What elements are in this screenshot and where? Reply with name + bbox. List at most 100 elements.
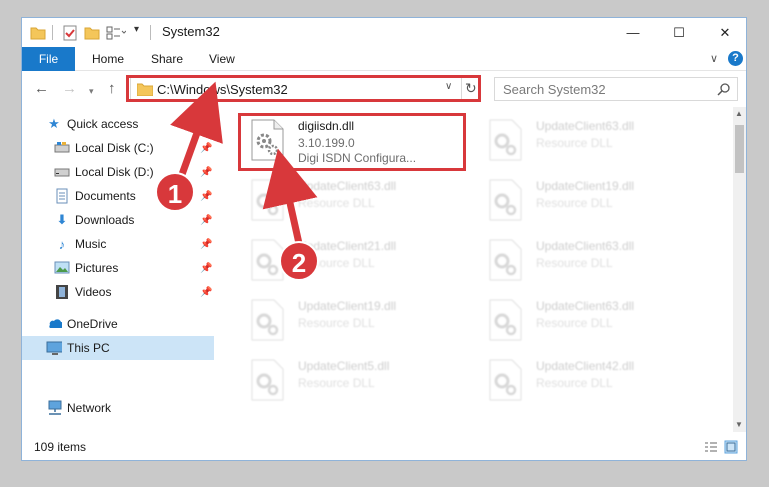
pin-icon: 📌 [200, 238, 213, 250]
network-icon [48, 400, 62, 415]
file-item[interactable]: UpdateClient63.dll Resource DLL [480, 293, 704, 349]
file-item[interactable]: UpdateClient5.dll Resource DLL [242, 353, 466, 409]
file-name: UpdateClient19.dll [536, 179, 635, 193]
nav-item-quick-access[interactable]: ★ Quick access [22, 112, 214, 136]
file-item[interactable]: UpdateClient63.dll Resource DLL [242, 173, 466, 229]
download-icon: ⬇ [56, 212, 68, 227]
documents-icon [56, 188, 68, 204]
nav-item-local-disk-c[interactable]: Local Disk (C:) 📌 [22, 136, 214, 160]
search-box[interactable]: Search System32 [494, 77, 738, 101]
recent-locations-icon[interactable]: ▾ [89, 84, 94, 99]
forward-arrow-icon[interactable]: → [62, 81, 77, 96]
step-2-badge: 2 [279, 241, 319, 281]
dll-file-icon [251, 299, 284, 341]
item-count: 109 items [34, 440, 87, 454]
nav-item-network[interactable]: Network [22, 396, 214, 420]
videos-icon [56, 285, 68, 299]
dll-file-icon [489, 179, 522, 221]
nav-item-label: Music [75, 237, 107, 251]
vertical-scrollbar[interactable]: ▲ ▼ [733, 107, 746, 432]
view-options-icon[interactable] [106, 25, 126, 41]
pin-icon: 📌 [200, 190, 213, 202]
nav-item-this-pc[interactable]: This PC [22, 336, 214, 360]
file-type: Resource DLL [298, 316, 375, 330]
maximize-button[interactable]: ☐ [656, 18, 702, 47]
nav-item-onedrive[interactable]: OneDrive [22, 312, 214, 336]
properties-icon[interactable] [62, 25, 78, 41]
file-highlight [238, 113, 466, 171]
music-icon: ♪ [58, 236, 66, 252]
search-icon[interactable] [717, 82, 731, 96]
help-icon[interactable]: ? [728, 51, 743, 66]
search-placeholder[interactable]: Search System32 [503, 82, 606, 97]
details-view-icon[interactable] [704, 441, 718, 453]
window-title: System32 [162, 24, 220, 39]
file-type: Resource DLL [536, 256, 613, 270]
nav-item-videos[interactable]: Videos 📌 [22, 280, 214, 304]
tab-file[interactable]: File [22, 47, 75, 71]
close-button[interactable]: ✕ [702, 18, 748, 47]
minimize-button[interactable]: — [610, 18, 656, 47]
nav-item-label: Pictures [75, 261, 119, 275]
expand-ribbon-icon[interactable]: ∨ [710, 52, 718, 65]
pictures-icon [54, 261, 70, 274]
file-item[interactable]: UpdateClient19.dll Resource DLL [242, 293, 466, 349]
pin-icon: 📌 [200, 286, 213, 298]
cloud-icon [49, 319, 62, 328]
file-type: Resource DLL [298, 196, 375, 210]
file-type: Resource DLL [536, 136, 613, 150]
separator [150, 25, 151, 40]
file-name: UpdateClient19.dll [298, 299, 397, 313]
status-bar: 109 items [22, 432, 746, 460]
pin-icon: 📌 [200, 142, 213, 154]
up-arrow-icon[interactable]: ↑ [108, 81, 116, 96]
scroll-up-icon[interactable]: ▲ [735, 109, 743, 118]
back-arrow-icon[interactable]: ← [34, 81, 49, 96]
file-item[interactable]: UpdateClient21.dll Resource DLL [242, 233, 466, 289]
title-bar: ▾ System32 — ☐ ✕ [22, 18, 746, 47]
nav-item-music[interactable]: ♪ Music 📌 [22, 232, 214, 256]
nav-item-label: Network [67, 401, 112, 415]
file-name: UpdateClient5.dll [298, 359, 390, 373]
file-item[interactable]: UpdateClient63.dll Resource DLL [480, 233, 704, 289]
pin-icon: 📌 [200, 166, 213, 178]
large-icons-view-icon[interactable] [724, 440, 738, 454]
tab-home[interactable]: Home [92, 47, 124, 71]
nav-item-label: This PC [67, 341, 110, 355]
tab-share[interactable]: Share [151, 47, 183, 71]
computer-icon [46, 341, 62, 355]
file-item[interactable]: UpdateClient19.dll Resource DLL [480, 173, 704, 229]
new-folder-icon[interactable] [84, 25, 100, 41]
step-1-badge: 1 [155, 172, 195, 212]
pin-icon: 📌 [200, 214, 213, 226]
dll-file-icon [489, 239, 522, 281]
ribbon-tabs: File Home Share View ∨ ? [22, 47, 746, 71]
tab-view[interactable]: View [209, 47, 235, 71]
file-name: UpdateClient63.dll [536, 239, 635, 253]
file-name: UpdateClient63.dll [536, 299, 635, 313]
scroll-down-icon[interactable]: ▼ [735, 420, 743, 429]
dll-file-icon [251, 359, 284, 401]
scroll-thumb[interactable] [735, 125, 744, 173]
drive-icon [54, 168, 70, 177]
folder-icon [30, 27, 46, 40]
navigation-pane: ★ Quick access Local Disk (C:) 📌 Local D… [22, 107, 214, 432]
file-item[interactable]: UpdateClient63.dll Resource DLL [480, 113, 704, 169]
address-bar-highlight [126, 75, 481, 102]
file-item[interactable]: UpdateClient42.dll Resource DLL [480, 353, 704, 409]
pin-icon: 📌 [200, 262, 213, 274]
nav-item-pictures[interactable]: Pictures 📌 [22, 256, 214, 280]
star-icon: ★ [48, 116, 60, 131]
nav-item-label: OneDrive [67, 317, 118, 331]
dll-file-icon [489, 299, 522, 341]
file-type: Resource DLL [298, 376, 375, 390]
nav-item-label: Downloads [75, 213, 135, 227]
file-type: Resource DLL [536, 376, 613, 390]
file-type: Resource DLL [536, 316, 613, 330]
nav-item-label: Quick access [67, 117, 139, 131]
nav-item-downloads[interactable]: ⬇ Downloads 📌 [22, 208, 214, 232]
file-type: Resource DLL [536, 196, 613, 210]
drive-icon [54, 142, 70, 153]
customize-toolbar-icon[interactable]: ▾ [134, 24, 139, 35]
separator [52, 25, 53, 40]
